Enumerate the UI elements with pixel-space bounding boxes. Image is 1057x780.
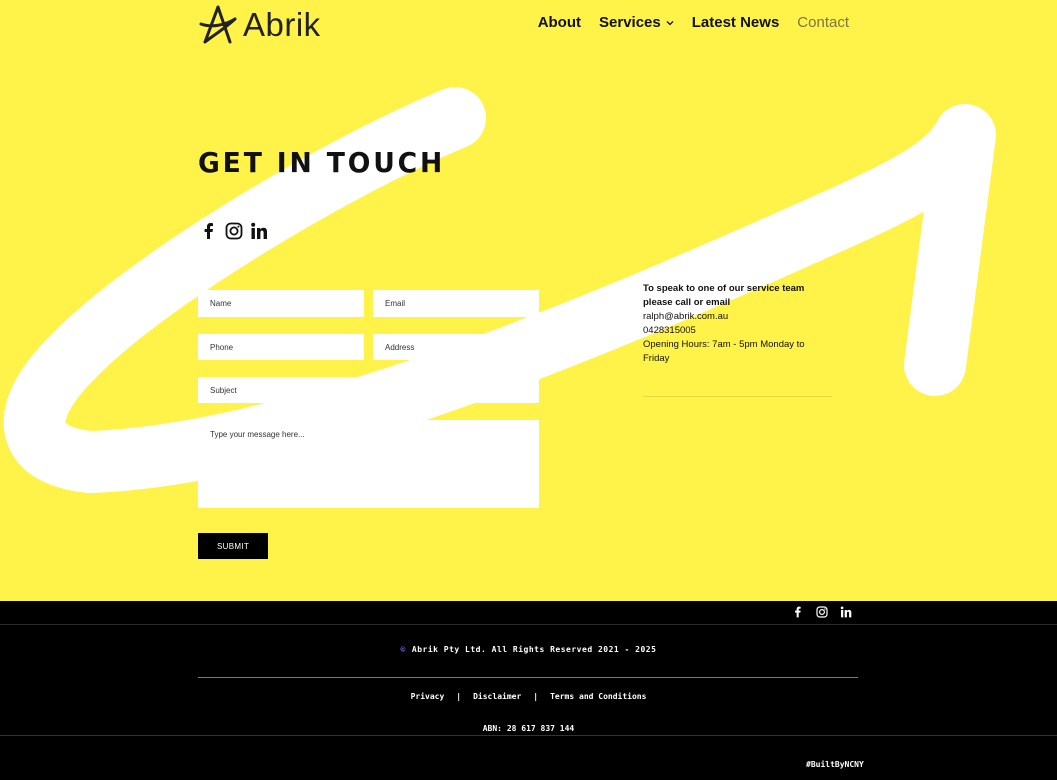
copyright-icon: © — [400, 645, 406, 654]
nav-about[interactable]: About — [538, 14, 581, 31]
abn-number: ABN: 28 617 837 144 — [482, 724, 575, 733]
nav-services-label: Services — [599, 14, 661, 31]
built-by-credit[interactable]: #BuiltByNCNY — [806, 760, 864, 769]
contact-info: To speak to one of our service team plea… — [643, 282, 833, 366]
info-divider — [643, 396, 832, 397]
opening-hours: Opening Hours: 7am - 5pm Monday to Frida… — [643, 339, 805, 364]
instagram-icon[interactable] — [225, 222, 243, 240]
nav-contact[interactable]: Contact — [797, 14, 849, 31]
contact-social-links — [200, 222, 268, 240]
main-nav: About Services Latest News Contact — [538, 14, 849, 31]
brand-name: Abrik — [243, 6, 321, 43]
message-field[interactable] — [198, 420, 539, 508]
name-field[interactable] — [198, 290, 364, 317]
footer-divider — [0, 735, 1057, 736]
linkedin-icon[interactable] — [250, 222, 268, 240]
page-title: GET IN TOUCH — [198, 146, 446, 179]
brand-logo[interactable]: Abrik — [197, 4, 321, 46]
address-field[interactable] — [373, 334, 539, 360]
subject-field[interactable] — [198, 377, 539, 403]
disclaimer-link[interactable]: Disclaimer — [473, 692, 521, 701]
copyright: © Abrik Pty Ltd. All Rights Reserved 2021… — [0, 645, 1057, 654]
privacy-link[interactable]: Privacy — [411, 692, 445, 701]
facebook-icon[interactable] — [792, 606, 804, 618]
nav-latest-news[interactable]: Latest News — [692, 14, 780, 31]
link-separator: | — [456, 692, 462, 701]
footer-divider — [198, 677, 858, 678]
nav-services[interactable]: Services — [599, 14, 674, 31]
contact-intro: To speak to one of our service team plea… — [643, 283, 805, 308]
facebook-icon[interactable] — [200, 222, 218, 240]
footer-social-links — [792, 606, 852, 618]
instagram-icon[interactable] — [816, 606, 828, 618]
contact-hero: Abrik About Services Latest News Contact… — [0, 0, 1057, 601]
phone-field[interactable] — [198, 334, 364, 360]
email-field[interactable] — [373, 290, 539, 317]
copyright-text: Abrik Pty Ltd. All Rights Reserved 2021 … — [411, 645, 657, 654]
submit-button[interactable]: SUBMIT — [198, 533, 268, 559]
terms-link[interactable]: Terms and Conditions — [550, 692, 646, 701]
footer-divider — [0, 624, 1057, 625]
legal-links: Privacy | Disclaimer | Terms and Conditi… — [0, 692, 1057, 701]
chevron-down-icon — [666, 20, 674, 25]
contact-email[interactable]: ralph@abrik.com.au — [643, 310, 833, 324]
linkedin-icon[interactable] — [840, 606, 852, 618]
site-footer: © Abrik Pty Ltd. All Rights Reserved 2021… — [0, 601, 1057, 780]
link-separator: | — [533, 692, 539, 701]
star-logo-icon — [199, 5, 237, 44]
contact-phone[interactable]: 0428315005 — [643, 324, 833, 338]
